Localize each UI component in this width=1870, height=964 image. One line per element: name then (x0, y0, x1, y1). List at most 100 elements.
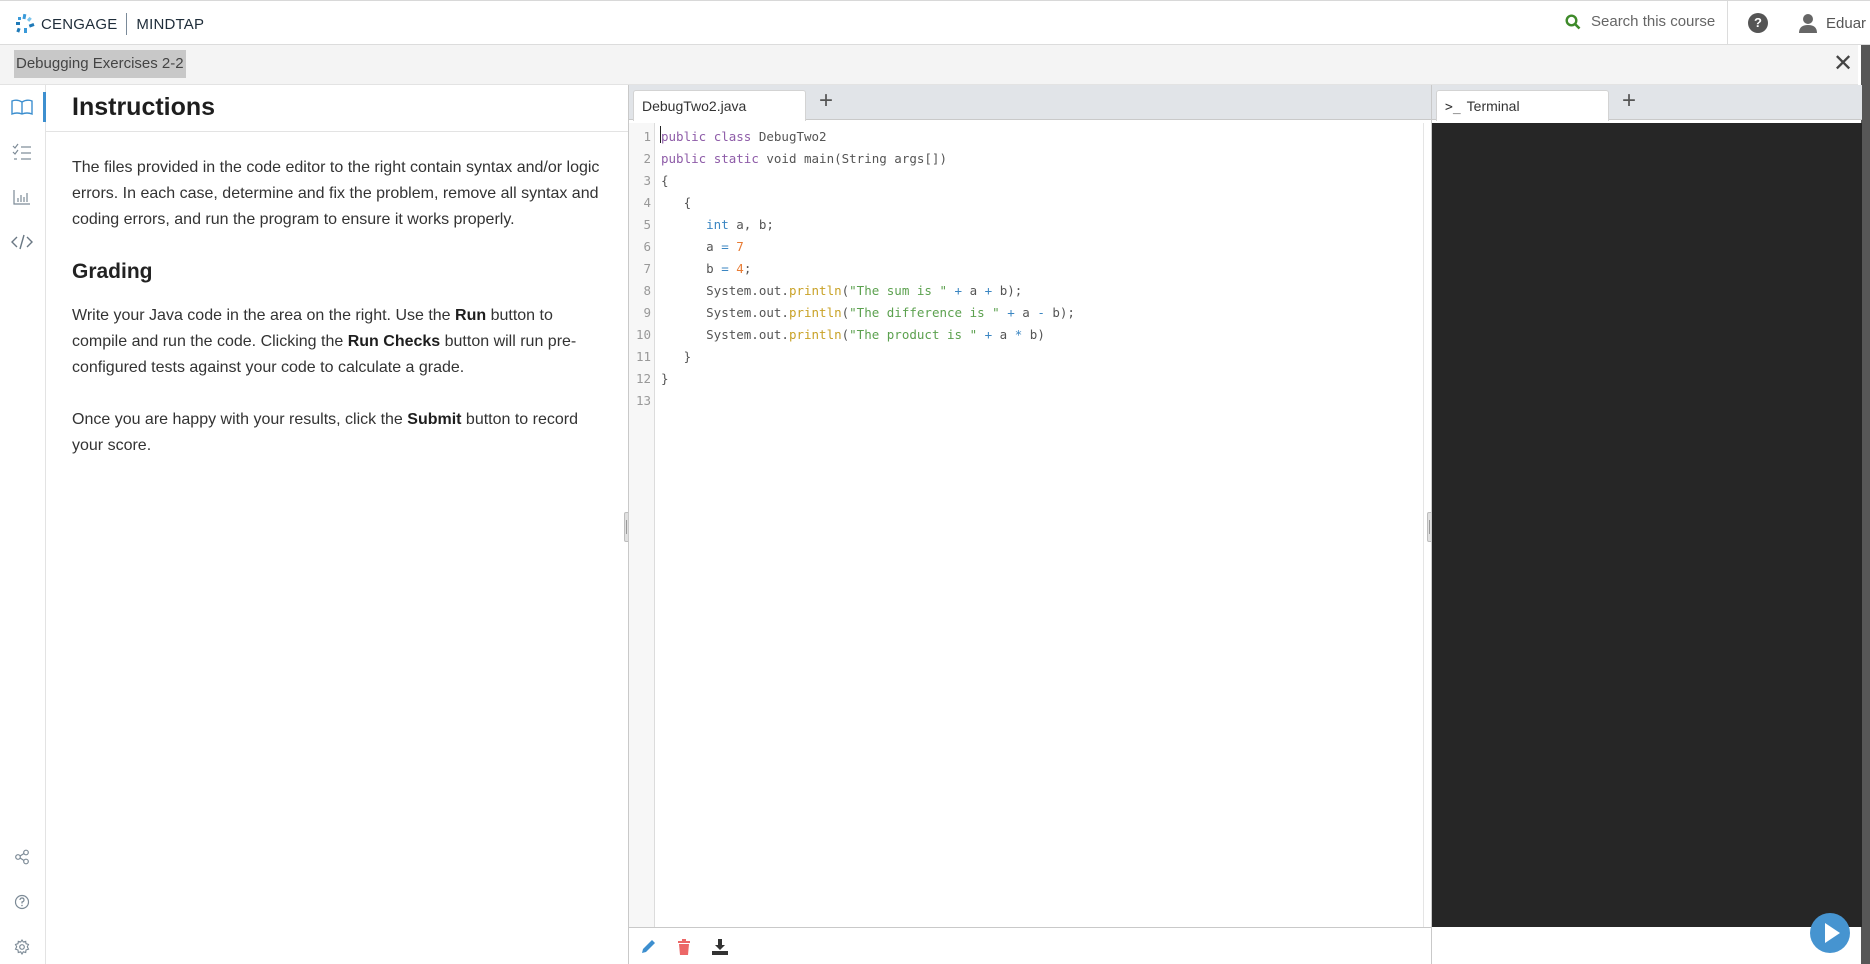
line-number: 5 (643, 217, 651, 232)
close-button[interactable]: ✕ (1833, 52, 1853, 76)
terminal-tab-bar: >_ Terminal + (1432, 85, 1862, 121)
code-line[interactable]: 13 (629, 390, 1424, 412)
line-number: 12 (635, 371, 651, 386)
line-number: 7 (643, 261, 651, 276)
terminal-tab-label: Terminal (1466, 98, 1520, 114)
top-header: CENGAGE MINDTAP Search this course ? Edu… (0, 0, 1870, 46)
code-editor-panel: DebugTwo2.java + 1 public class DebugTwo2… (628, 85, 1432, 964)
grading-heading: Grading (72, 260, 153, 283)
search-icon (1565, 13, 1581, 29)
rail-item-share[interactable] (10, 845, 34, 869)
brand-name: CENGAGE (41, 15, 118, 33)
line-content[interactable]: { (661, 192, 692, 214)
instructions-title: Instructions (72, 93, 216, 121)
terminal-panel: >_ Terminal + (1431, 85, 1862, 964)
code-line[interactable]: 3{ (629, 170, 1424, 192)
user-menu[interactable]: Eduar (1798, 13, 1866, 33)
rail-item-settings[interactable] (10, 935, 34, 959)
code-icon (11, 234, 33, 250)
code-line[interactable]: 1 public class DebugTwo2 (629, 126, 1424, 148)
instructions-header: Instructions (46, 85, 628, 132)
activity-title: Debugging Exercises 2-2 (14, 50, 186, 78)
line-content[interactable]: System.out.println("The product is " + a… (661, 324, 1045, 346)
tab-debugtwo2-java[interactable]: DebugTwo2.java (633, 90, 806, 121)
checklist-icon (12, 143, 31, 160)
line-number: 13 (635, 393, 651, 408)
user-name: Eduar (1826, 14, 1867, 32)
rail-item-checklist[interactable] (10, 140, 34, 164)
help-circle-icon (14, 894, 30, 910)
cengage-mindtap-logo[interactable]: CENGAGE MINDTAP (14, 13, 204, 35)
rail-item-help[interactable] (10, 890, 34, 914)
gear-icon (14, 939, 30, 955)
code-line[interactable]: 6 a = 7 (629, 236, 1424, 258)
rail-item-instructions[interactable] (10, 95, 34, 119)
grading-paragraph: Write your Java code in the area on the … (72, 303, 612, 381)
share-icon (15, 849, 29, 865)
terminal-prompt-icon: >_ (1445, 100, 1461, 115)
code-line[interactable]: 10 System.out.println("The product is " … (629, 324, 1424, 346)
text: Once you are happy with your results, cl… (72, 411, 408, 428)
line-content[interactable]: public class DebugTwo2 (661, 126, 827, 148)
user-icon (1799, 14, 1817, 33)
run-button[interactable] (1810, 913, 1850, 953)
line-number: 9 (643, 305, 651, 320)
page-scrollbar[interactable] (1861, 45, 1870, 964)
header-divider (1727, 1, 1728, 46)
line-number: 3 (643, 173, 651, 188)
edit-icon[interactable] (639, 938, 657, 956)
line-number: 11 (635, 349, 651, 364)
line-content[interactable]: System.out.println("The sum is " + a + b… (661, 280, 1022, 302)
line-content[interactable]: a = 7 (661, 236, 744, 258)
line-content[interactable]: System.out.println("The difference is " … (661, 302, 1075, 324)
help-icon[interactable]: ? (1748, 13, 1768, 33)
code-line[interactable]: 5 int a, b; (629, 214, 1424, 236)
tab-terminal[interactable]: >_ Terminal (1436, 90, 1609, 121)
code-line[interactable]: 12} (629, 368, 1424, 390)
code-line[interactable]: 4 { (629, 192, 1424, 214)
code-line[interactable]: 8 System.out.println("The sum is " + a +… (629, 280, 1424, 302)
product-name: MINDTAP (136, 15, 205, 33)
rail-item-grades[interactable] (10, 185, 34, 209)
editor-tab-bar: DebugTwo2.java + (629, 85, 1432, 121)
line-number: 8 (643, 283, 651, 298)
instructions-intro: The files provided in the code editor to… (72, 159, 600, 228)
run-keyword: Run (455, 307, 487, 324)
line-number: 4 (643, 195, 651, 210)
delete-icon[interactable] (675, 938, 693, 956)
search-input[interactable]: Search this course (1591, 13, 1715, 30)
line-content[interactable]: } (661, 346, 692, 368)
line-number: 6 (643, 239, 651, 254)
bar-chart-icon (13, 190, 30, 205)
code-editor[interactable]: 1 public class DebugTwo2 2 public static vo… (629, 123, 1424, 927)
code-line[interactable]: 2 public static void main(String args[]) (629, 148, 1424, 170)
cengage-logo-icon (16, 13, 35, 33)
line-content[interactable]: int a, b; (661, 214, 774, 236)
instructions-body: The files provided in the code editor to… (72, 155, 612, 485)
submit-keyword: Submit (407, 411, 462, 428)
run-checks-keyword: Run Checks (347, 333, 441, 350)
line-content[interactable]: { (661, 170, 669, 192)
code-line[interactable]: 7 b = 4; (629, 258, 1424, 280)
line-number: 10 (635, 327, 651, 342)
line-content[interactable]: } (661, 368, 669, 390)
code-line[interactable]: 11 } (629, 346, 1424, 368)
text: Write your Java code in the area on the … (72, 307, 456, 324)
code-lines[interactable]: 1 public class DebugTwo2 2 public static vo… (629, 126, 1424, 412)
line-number: 1 (643, 129, 651, 144)
editor-toolbar (629, 927, 1432, 964)
line-content[interactable]: b = 4; (661, 258, 751, 280)
line-number: 2 (643, 151, 651, 166)
logo-divider (126, 13, 128, 35)
terminal-output[interactable] (1432, 123, 1862, 927)
add-terminal-button[interactable]: + (1622, 87, 1636, 115)
code-line[interactable]: 9 System.out.println("The difference is … (629, 302, 1424, 324)
activity-header: Debugging Exercises 2-2 ✕ (0, 45, 1858, 85)
side-rail (0, 85, 46, 964)
line-content[interactable]: public static void main(String args[]) (661, 148, 947, 170)
add-file-button[interactable]: + (819, 87, 833, 115)
download-icon[interactable] (711, 938, 729, 956)
search-course[interactable]: Search this course (1565, 13, 1715, 30)
submit-paragraph: Once you are happy with your results, cl… (72, 407, 612, 459)
rail-item-code[interactable] (10, 230, 34, 254)
